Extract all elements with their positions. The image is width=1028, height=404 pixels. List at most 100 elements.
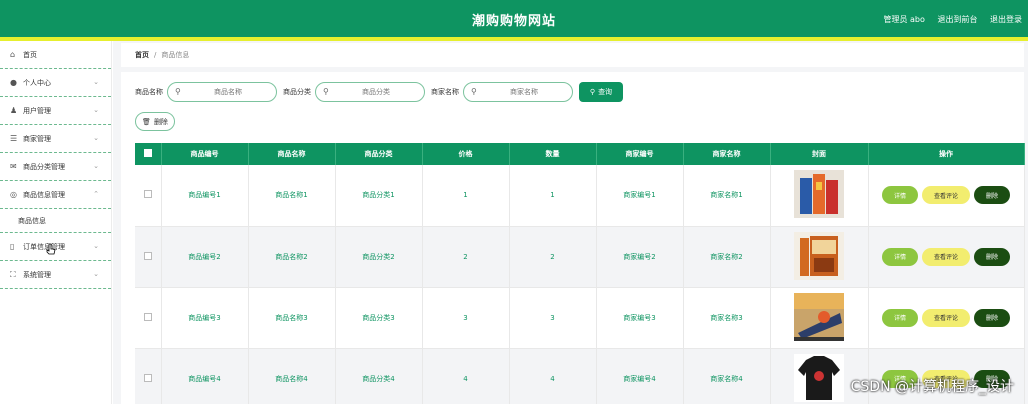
cell-merchant-id: 商家编号1	[596, 165, 684, 227]
detail-label: 详情	[893, 192, 906, 200]
cell-merchant-id: 商家编号2	[596, 226, 684, 288]
detail-button[interactable]: 详情	[882, 308, 918, 327]
fullscreen-icon: ⛶	[10, 269, 16, 279]
detail-label: 详情	[893, 315, 906, 322]
detail-button[interactable]: 详情	[882, 186, 918, 205]
breadcrumb-separator: /	[154, 51, 157, 59]
cell-quantity: 3	[509, 287, 597, 349]
sidebar-item-users[interactable]: ♟ 用户管理 ⌄	[0, 97, 111, 125]
cell-quantity: 2	[509, 226, 597, 288]
column-header: 封面	[770, 143, 869, 165]
content-panel: 商品名称 ⚲ 商品分类 ⚲ 商家名称 ⚲ ⚲ 查询 🗑 删除	[121, 72, 1025, 404]
column-header: 商家名称	[683, 143, 771, 165]
delete-row-button[interactable]: 删除	[974, 308, 1010, 327]
search-icon: ⚲	[589, 88, 596, 96]
column-header: 商品名称	[248, 143, 336, 165]
search-label-product-name: 商品名称	[135, 88, 163, 96]
row-checkbox[interactable]	[143, 373, 152, 382]
sidebar-item-label: 商品信息管理	[23, 190, 65, 199]
mail-icon: ✉	[10, 162, 17, 171]
sidebar-item-profile[interactable]: ● 个人中心 ⌄	[0, 69, 111, 97]
column-header: 商家编号	[596, 143, 684, 165]
view-reviews-button[interactable]: 查看评论	[922, 247, 970, 266]
chevron-down-icon: ⌄	[93, 242, 99, 250]
cell-merchant-name: 商家名称1	[683, 165, 771, 227]
batch-delete-button[interactable]: 🗑 删除	[135, 112, 175, 131]
cell-quantity: 1	[509, 165, 597, 227]
cell-category: 商品分类1	[335, 165, 423, 227]
watermark: CSDN @计算机程序_设计	[850, 379, 1014, 395]
product-name-input[interactable]	[186, 85, 270, 99]
sidebar-item-label: 首页	[23, 50, 37, 59]
row-checkbox[interactable]	[143, 190, 152, 199]
logout-link[interactable]: 退出登录	[990, 15, 1022, 24]
trash-icon: 🗑	[142, 117, 151, 126]
cell-merchant-id: 商家编号3	[596, 287, 684, 349]
row-actions: 详情 查看评论 删除	[869, 247, 1024, 266]
row-actions: 详情 查看评论 删除	[869, 308, 1024, 327]
review-label: 查看评论	[933, 254, 958, 261]
sidebar-item-label: 商品信息	[18, 216, 46, 225]
category-input[interactable]	[334, 85, 418, 99]
column-header: 价格	[422, 143, 510, 165]
cell-product-id: 商品编号4	[161, 348, 249, 404]
sidebar-subitem-product-info[interactable]: 商品信息	[0, 209, 111, 233]
sidebar-item-merchants[interactable]: ☰ 商家管理 ⌄	[0, 125, 111, 153]
cell-quantity: 4	[509, 348, 597, 404]
delete-label: 删除	[985, 315, 998, 322]
select-all-checkbox[interactable]	[143, 149, 152, 157]
cell-merchant-name: 商家名称4	[683, 348, 771, 404]
product-cover-image	[794, 353, 844, 402]
table-row: 商品编号2 商品名称2 商品分类2 2 2 商家编号2 商家名称2 详情 查看评…	[135, 226, 1025, 288]
column-header: 商品编号	[161, 143, 249, 165]
phone-icon: ▯	[10, 242, 15, 251]
breadcrumb-home[interactable]: 首页	[135, 50, 149, 60]
breadcrumb: 首页 / 商品信息	[121, 43, 1024, 67]
delete-row-button[interactable]: 删除	[974, 186, 1010, 205]
delete-button-label: 删除	[153, 117, 168, 126]
cell-category: 商品分类3	[335, 287, 423, 349]
back-to-front-link[interactable]: 退出到前台	[937, 15, 977, 24]
search-bar: 商品名称 ⚲ 商品分类 ⚲ 商家名称 ⚲ ⚲ 查询	[135, 82, 623, 102]
sidebar-item-label: 订单信息管理	[23, 242, 65, 251]
users-icon: ♟	[10, 106, 18, 115]
product-table: 商品编号 商品名称 商品分类 价格 数量 商家编号 商家名称 封面 操作 商品编…	[135, 143, 1025, 404]
main-content: 首页 / 商品信息 商品名称 ⚲ 商品分类 ⚲ 商家名称 ⚲ ⚲ 查询	[113, 41, 1028, 404]
chevron-down-icon: ⌄	[93, 134, 99, 142]
select-all-cell[interactable]	[135, 143, 162, 165]
cell-category: 商品分类4	[335, 348, 423, 404]
search-label-merchant: 商家名称	[431, 88, 459, 96]
merchant-field[interactable]: ⚲	[463, 82, 573, 102]
search-icon: ⚲	[471, 87, 477, 96]
sidebar-item-system[interactable]: ⛶ 系统管理 ⌄	[0, 261, 111, 289]
product-name-field[interactable]: ⚲	[167, 82, 277, 102]
sidebar: ⌂ 首页 ● 个人中心 ⌄ ♟ 用户管理 ⌄ ☰ 商家管理 ⌄ ✉ 商品分类管理…	[0, 41, 112, 404]
product-cover-image	[794, 170, 844, 219]
header-right: 管理员 abo 退出到前台 退出登录	[873, 14, 1022, 25]
detail-button[interactable]: 详情	[882, 247, 918, 266]
view-reviews-button[interactable]: 查看评论	[922, 308, 970, 327]
sidebar-item-products[interactable]: ◎ 商品信息管理 ⌃	[0, 181, 111, 209]
cell-product-id: 商品编号3	[161, 287, 249, 349]
row-checkbox[interactable]	[143, 251, 152, 260]
sidebar-item-label: 商家管理	[23, 134, 51, 143]
review-label: 查看评论	[933, 192, 958, 200]
search-label-category: 商品分类	[283, 88, 311, 96]
row-checkbox[interactable]	[143, 312, 152, 321]
sidebar-item-home[interactable]: ⌂ 首页	[0, 41, 111, 69]
view-reviews-button[interactable]: 查看评论	[922, 186, 970, 205]
compass-icon: ◎	[10, 190, 17, 199]
query-button[interactable]: ⚲ 查询	[579, 82, 623, 102]
cell-merchant-name: 商家名称2	[683, 226, 771, 288]
delete-row-button[interactable]: 删除	[974, 247, 1010, 266]
column-header: 操作	[868, 143, 1025, 165]
sidebar-item-categories[interactable]: ✉ 商品分类管理 ⌄	[0, 153, 111, 181]
cell-product-name: 商品名称3	[248, 287, 336, 349]
query-button-label: 查询	[598, 88, 613, 96]
category-field[interactable]: ⚲	[315, 82, 425, 102]
product-cover-image	[794, 231, 844, 280]
home-icon: ⌂	[10, 50, 16, 59]
column-header: 数量	[509, 143, 597, 165]
cell-merchant-id: 商家编号4	[596, 348, 684, 404]
merchant-input[interactable]	[482, 85, 566, 99]
